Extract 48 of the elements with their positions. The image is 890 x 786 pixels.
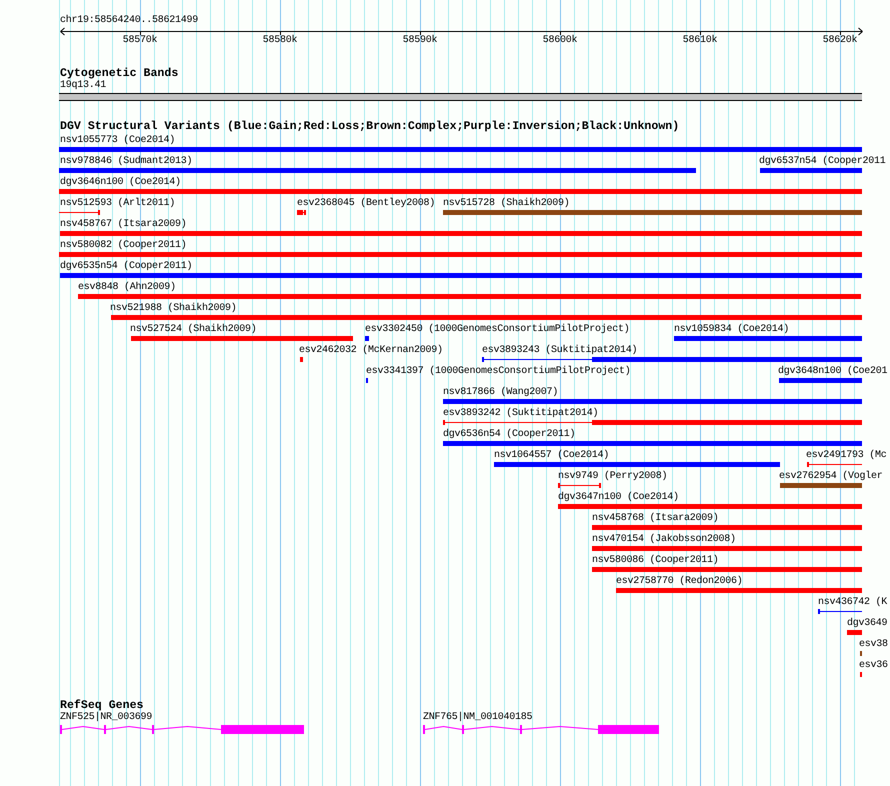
ruler-tick-label: 58590k — [402, 35, 438, 47]
variant-label: esv3893242 (Suktitipat2014) — [443, 408, 598, 420]
variant-label: esv2491793 (Mc — [806, 450, 887, 462]
variant-label: dgv3649 — [847, 618, 888, 630]
ruler-tick-label: 58610k — [682, 35, 718, 47]
gene-label: ZNF525|NR_003699 — [60, 712, 152, 724]
ruler-tick-label: 58620k — [822, 35, 858, 47]
variant-label: esv2368045 (Bentley2008) — [297, 198, 436, 210]
ruler-tick-label: 58570k — [122, 35, 158, 47]
variant-label: nsv1064557 (Coe2014) — [494, 450, 610, 462]
variant-label: nsv580082 (Cooper2011) — [60, 240, 187, 252]
ruler-position-label: chr19:58564240..58621499 — [60, 15, 198, 27]
gene-label: ZNF765|NM_001040185 — [423, 712, 532, 724]
variant-label: esv36 — [859, 660, 888, 672]
variant-label: dgv3646n100 (Coe2014) — [60, 177, 181, 189]
variant-label: nsv470154 (Jakobsson2008) — [592, 534, 736, 546]
variant-label: esv8848 (Ahn2009) — [78, 282, 176, 294]
ruler-tick-label: 58580k — [262, 35, 298, 47]
variant-label: nsv458768 (Itsara2009) — [592, 513, 719, 525]
variant-label: dgv6535n54 (Cooper2011) — [60, 261, 192, 273]
variant-label: nsv817866 (Wang2007) — [443, 387, 558, 399]
variant-label: nsv527524 (Shaikh2009) — [130, 324, 257, 336]
variant-label: esv2762954 (Vogler — [779, 471, 883, 483]
track-title: RefSeq Genes — [60, 700, 144, 712]
track-title: DGV Structural Variants (Blue:Gain;Red:Loss;Brown:Complex;Purple:Inversion;Black:Unknown) — [60, 121, 680, 133]
variant-label: dgv6536n54 (Cooper2011) — [443, 429, 576, 441]
variant-label: dgv6537n54 (Cooper2011 — [759, 156, 886, 168]
variant-label: esv3302450 (1000GenomesConsortiumPilotProject) — [365, 324, 630, 336]
band-label: 19q13.41 — [60, 80, 106, 92]
variant-label: nsv512593 (Arlt2011) — [60, 198, 176, 210]
variant-label: esv2462032 (McKernan2009) — [299, 345, 443, 357]
variant-label: nsv9749 (Perry2008) — [558, 471, 668, 483]
variant-label: esv38 — [859, 639, 888, 651]
variant-label: nsv521988 (Shaikh2009) — [110, 303, 237, 315]
variant-label: dgv3647n100 (Coe2014) — [558, 492, 679, 504]
variant-label: dgv3648n100 (Coe201 — [778, 366, 888, 378]
variant-label: esv3341397 (1000GenomesConsortiumPilotProject) — [366, 366, 631, 378]
variant-label: esv3893243 (Suktitipat2014) — [482, 345, 638, 357]
variant-label: nsv978846 (Sudmant2013) — [60, 156, 192, 168]
ruler-tick-label: 58600k — [542, 35, 578, 47]
track-title: Cytogenetic Bands — [60, 68, 178, 80]
variant-label: nsv515728 (Shaikh2009) — [443, 198, 570, 210]
variant-label: nsv458767 (Itsara2009) — [60, 219, 187, 231]
variant-label: esv2758770 (Redon2006) — [616, 576, 743, 588]
variant-label: nsv1055773 (Coe2014) — [60, 135, 176, 147]
variant-label: nsv436742 (K — [818, 597, 888, 609]
variant-label: nsv580086 (Cooper2011) — [592, 555, 719, 567]
variant-label: nsv1059834 (Coe2014) — [674, 324, 790, 336]
